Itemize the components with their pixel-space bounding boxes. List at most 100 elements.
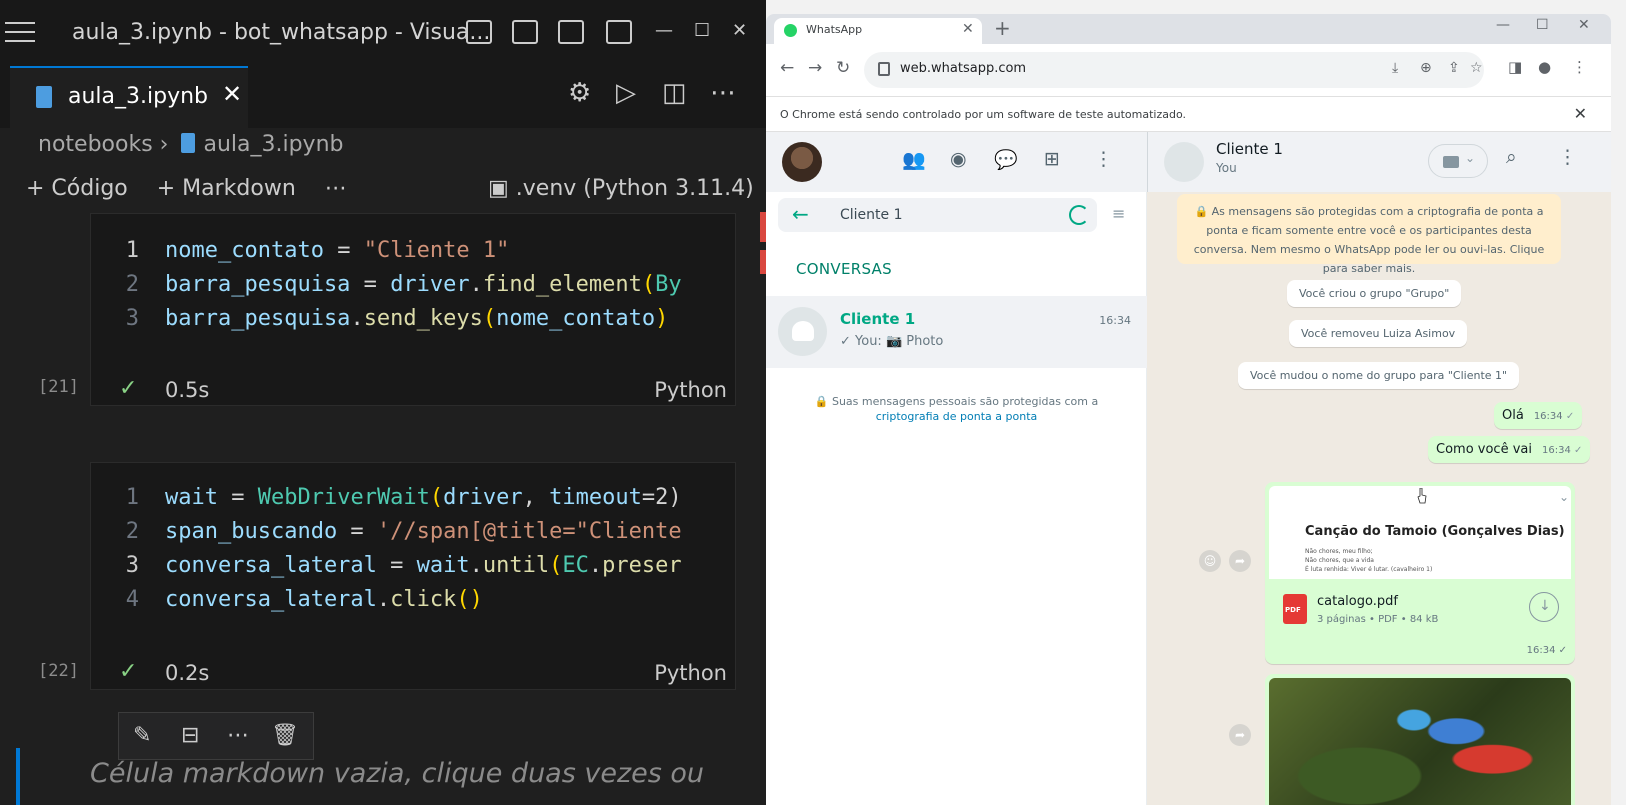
address-bar[interactable]: web.whatsapp.com ⤓ ⊕ ⇪ ☆ xyxy=(864,52,1484,88)
close-infobar-icon[interactable]: ✕ xyxy=(1574,104,1587,123)
add-code-cell-button[interactable]: + Código xyxy=(26,176,128,201)
parrot-photo[interactable] xyxy=(1269,678,1571,805)
split-cell-icon[interactable]: ⊟ xyxy=(181,723,199,748)
profile-avatar-icon[interactable]: ● xyxy=(1538,58,1551,76)
system-message: Você mudou o nome do grupo para "Cliente… xyxy=(1238,362,1520,389)
message-options-chevron-icon[interactable]: ⌄ xyxy=(1559,490,1569,504)
code-token: , xyxy=(522,485,550,510)
loading-spinner-icon xyxy=(1069,205,1089,225)
delete-trash-icon[interactable]: 🗑 xyxy=(271,723,299,748)
close-window-button[interactable]: ✕ xyxy=(1578,17,1590,33)
new-tab-icon[interactable]: + xyxy=(994,16,1011,40)
url-text[interactable]: web.whatsapp.com xyxy=(900,61,1026,76)
document-message[interactable]: Canção do Tamoio (Gonçalves Dias) Não ch… xyxy=(1265,482,1575,664)
code-token: "Cliente 1" xyxy=(363,238,510,263)
communities-icon[interactable]: 👥 xyxy=(902,148,926,171)
side-panel-icon[interactable]: ◨ xyxy=(1508,58,1522,76)
toggle-primary-sidebar-icon[interactable] xyxy=(466,20,492,44)
toolbar-more-icon[interactable]: ⋯ xyxy=(325,176,347,201)
filter-icon[interactable]: ≡ xyxy=(1112,204,1125,223)
breadcrumb-separator: › xyxy=(159,132,169,157)
chrome-window: WhatsApp ✕ + — ☐ ✕ ← → ↻ web.whatsapp.co… xyxy=(766,14,1611,805)
zoom-icon[interactable]: ⊕ xyxy=(1420,60,1432,76)
minimize-button[interactable]: — xyxy=(655,20,673,41)
close-tab-icon[interactable]: ✕ xyxy=(222,80,242,108)
code-cell[interactable]: 1 nome_contato = "Cliente 1" 2 barra_pesqu… xyxy=(90,213,736,406)
menu-icon[interactable]: ⋮ xyxy=(1094,148,1113,170)
forward-icon[interactable]: ➦ xyxy=(1229,550,1251,572)
maximize-button[interactable]: ☐ xyxy=(1536,17,1549,33)
video-call-button[interactable]: ⌄ xyxy=(1428,144,1488,178)
minimize-button[interactable]: — xyxy=(1496,17,1510,33)
more-actions-icon[interactable]: ⋯ xyxy=(710,78,736,108)
code-line[interactable]: 2 span_buscando = '//span[@title="Cliente xyxy=(91,519,682,553)
code-line[interactable]: 3 barra_pesquisa.send_keys(nome_contato) xyxy=(91,306,669,340)
site-info-lock-icon[interactable] xyxy=(878,62,890,76)
cell-more-icon[interactable]: ⋯ xyxy=(227,723,249,748)
code-line[interactable]: 1 nome_contato = "Cliente 1" xyxy=(91,238,510,272)
code-token: timeout xyxy=(549,485,642,510)
download-button[interactable]: ↓ xyxy=(1529,592,1559,622)
outgoing-message[interactable]: Olá 16:34 ✓ xyxy=(1494,402,1583,429)
reload-icon[interactable]: ↻ xyxy=(836,58,850,78)
install-app-icon[interactable]: ⤓ xyxy=(1392,60,1398,76)
search-box[interactable]: ← Cliente 1 xyxy=(778,198,1097,232)
maximize-button[interactable]: ☐ xyxy=(694,20,710,41)
forward-arrow-icon[interactable]: → xyxy=(808,58,822,78)
code-token: () xyxy=(456,587,483,612)
left-header: 👥 ◉ 💬 ⊞ ⋮ xyxy=(766,132,1147,192)
settings-gear-icon[interactable]: ⚙ xyxy=(568,78,591,108)
code-token: WebDriverWait xyxy=(257,485,430,510)
add-markdown-cell-button[interactable]: + Markdown xyxy=(157,176,296,201)
avatar[interactable] xyxy=(782,142,822,182)
menu-icon[interactable]: ⋮ xyxy=(1558,146,1577,168)
chrome-menu-icon[interactable]: ⋮ xyxy=(1572,58,1587,76)
tab-whatsapp[interactable]: WhatsApp ✕ xyxy=(774,18,982,44)
emoji-reaction-icon[interactable]: ☺ xyxy=(1199,550,1221,572)
encryption-notice[interactable]: 🔒 As mensagens são protegidas com a crip… xyxy=(1177,194,1561,275)
forward-icon[interactable]: ➦ xyxy=(1229,724,1251,746)
code-token: wait xyxy=(416,553,470,578)
tab-aula-3[interactable]: aula_3.ipynb ✕ xyxy=(10,66,248,128)
code-token: conversa_lateral xyxy=(165,553,377,578)
conversation-header[interactable]: Cliente 1 You ⌄ ⌕ ⋮ xyxy=(1147,132,1611,192)
toggle-panel-icon[interactable] xyxy=(512,20,538,44)
code-cell[interactable]: 1 wait = WebDriverWait(driver, timeout=2)… xyxy=(90,462,736,690)
cell-language[interactable]: Python xyxy=(654,378,727,402)
image-message[interactable] xyxy=(1265,674,1575,805)
bookmark-star-icon[interactable]: ☆ xyxy=(1470,60,1483,76)
code-line[interactable]: 4 conversa_lateral.click() xyxy=(91,587,483,621)
close-tab-icon[interactable]: ✕ xyxy=(962,21,974,37)
back-arrow-icon[interactable]: ← xyxy=(792,202,809,226)
chat-list-item[interactable]: Cliente 1 16:34 ✓ You: 📷 Photo xyxy=(766,296,1147,368)
status-icon[interactable]: ◉ xyxy=(950,148,967,170)
search-icon[interactable]: ⌕ xyxy=(1506,146,1517,168)
kernel-picker[interactable]: ▣ .venv (Python 3.11.4) xyxy=(488,176,754,201)
code-token: driver xyxy=(443,485,523,510)
new-chat-icon[interactable]: ⊞ xyxy=(1044,148,1060,170)
customize-layout-icon[interactable] xyxy=(606,20,632,44)
run-all-icon[interactable]: ▷ xyxy=(616,78,636,108)
share-icon[interactable]: ⇪ xyxy=(1448,60,1460,76)
split-editor-icon[interactable]: ◫ xyxy=(662,78,687,108)
toggle-secondary-sidebar-icon[interactable] xyxy=(558,20,584,44)
cell-toolbar: ✎ ⊟ ⋯ 🗑 xyxy=(118,712,314,760)
close-window-button[interactable]: ✕ xyxy=(732,20,747,41)
code-line[interactable]: 3 conversa_lateral = wait.until(EC.preser xyxy=(91,553,682,587)
encryption-link[interactable]: criptografia de ponta a ponta xyxy=(876,410,1038,423)
chat-time: 16:34 xyxy=(1099,314,1131,327)
cell-language[interactable]: Python xyxy=(654,661,727,685)
search-input[interactable]: Cliente 1 xyxy=(840,207,903,223)
channels-icon[interactable]: 💬 xyxy=(994,148,1018,171)
code-line[interactable]: 2 barra_pesquisa = driver.find_element(By xyxy=(91,272,682,306)
back-arrow-icon[interactable]: ← xyxy=(780,58,794,78)
edit-pencil-icon[interactable]: ✎ xyxy=(133,723,151,748)
code-line[interactable]: 1 wait = WebDriverWait(driver, timeout=2) xyxy=(91,485,682,519)
markdown-placeholder[interactable]: Célula markdown vazia, clique duas vezes… xyxy=(90,758,704,789)
breadcrumb-file[interactable]: aula_3.ipynb xyxy=(203,132,343,157)
code-token: . xyxy=(469,272,483,297)
outgoing-message[interactable]: Como você vai 16:34 ✓ xyxy=(1428,436,1591,463)
code-token: . xyxy=(469,553,483,578)
menu-icon[interactable] xyxy=(5,22,35,44)
breadcrumb-folder[interactable]: notebooks xyxy=(38,132,153,157)
